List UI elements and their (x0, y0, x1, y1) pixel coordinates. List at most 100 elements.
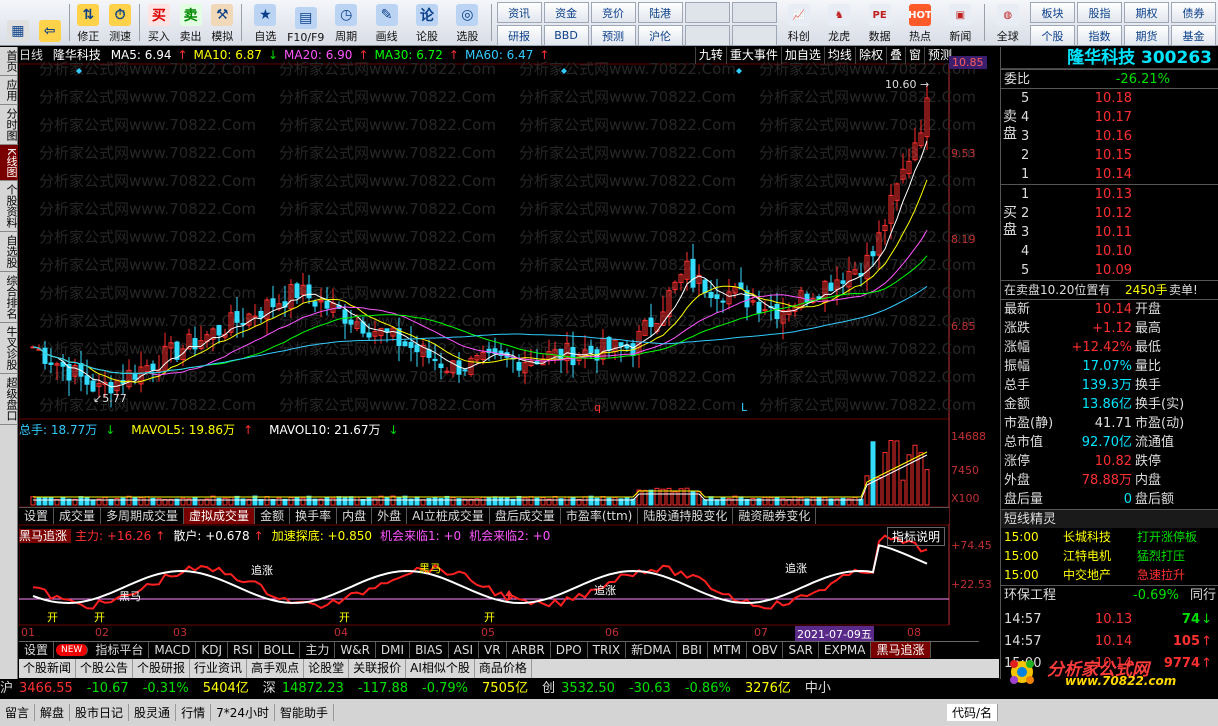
buy-row[interactable]: 5 10.09 (1001, 261, 1218, 280)
news-tab[interactable]: 行业资讯 (190, 659, 248, 678)
bottom-indicator-tab[interactable]: NEW (56, 644, 89, 656)
toolbar-grid-button[interactable]: 竞价 (590, 2, 636, 23)
toolbar-grid-button[interactable]: 期权 (1123, 2, 1169, 23)
bottom-indicator-tab[interactable]: 黑马追涨 (871, 642, 931, 658)
toolbar-grid-button[interactable]: 股指 (1076, 2, 1122, 23)
news-tab[interactable]: 商品价格 (475, 659, 532, 678)
toolbar-grid-button[interactable]: 陆港 (637, 2, 683, 23)
toolbar-grid-button[interactable]: 个股 (1029, 25, 1075, 46)
clock-button[interactable]: ◷ 周期 (326, 0, 366, 46)
left-tab[interactable]: 分时图 (0, 105, 18, 145)
bottom-indicator-tab[interactable]: DMI (376, 642, 411, 658)
buy-row[interactable]: 1 10.13 (1001, 185, 1218, 204)
buy-row[interactable]: 2 10.12 (1001, 204, 1218, 223)
search-chart-button[interactable]: ◎ 选股 (447, 0, 487, 46)
toolbar-grid-button[interactable]: 板块 (1029, 2, 1075, 23)
hot-button[interactable]: HOT 热点 (900, 0, 940, 46)
code-search-input[interactable]: 代码/名 (946, 704, 998, 721)
indicator-tab[interactable]: 陆股通持股变化 (638, 508, 734, 524)
bottom-indicator-tab[interactable]: ARBR (507, 642, 551, 658)
discuss-button[interactable]: 论论股 (407, 0, 447, 46)
chart-area[interactable]: 分析家公式网www.70822.Com 分析家公式网www.70822.Com 分析… (19, 47, 999, 645)
indicator-tab[interactable]: 外盘 (372, 508, 408, 524)
toolbar-grid-button[interactable]: 资金 (543, 2, 589, 23)
indicator-tab[interactable]: 市盈率(ttm) (561, 508, 639, 524)
news-tab[interactable]: 高手观点 (247, 659, 305, 678)
chart-menu-item[interactable]: 窗 (904, 47, 924, 64)
chart-menu-item[interactable]: 加自选 (780, 47, 824, 64)
back-arrow-button[interactable]: ⇦ (34, 0, 66, 46)
toolbar-grid-button[interactable] (684, 25, 730, 46)
indicator-tab[interactable]: 盘后成交量 (490, 508, 561, 524)
stopwatch-button[interactable]: ⏱ 测速 (104, 0, 136, 46)
status-item[interactable]: 行情 (176, 704, 212, 721)
status-item[interactable]: 留言 (0, 704, 36, 721)
f10-button[interactable]: ▤ F10/F9 (286, 0, 326, 46)
bottom-indicator-tab[interactable]: 新DMA (626, 642, 677, 658)
status-item[interactable]: 解盘 (35, 704, 71, 721)
toolbar-grid-button[interactable]: 资讯 (496, 2, 542, 23)
chart-menu-item[interactable]: 叠 (885, 47, 905, 64)
pe-button[interactable]: PE 数据 (859, 0, 899, 46)
left-tab[interactable]: 牛叉诊股 (0, 323, 18, 375)
bottom-indicator-tab[interactable]: TRIX (588, 642, 627, 658)
bottom-indicator-tab[interactable]: 指标平台 (90, 642, 150, 658)
grid-menu-button[interactable]: ▦ (2, 0, 34, 46)
sell-button[interactable]: 卖卖出 (175, 0, 207, 46)
elf-row[interactable]: 15:00 江特电机 猛烈打压 (1001, 547, 1218, 566)
star-button[interactable]: ★ 自选 (245, 0, 285, 46)
left-tab[interactable]: 个股资料 (0, 181, 18, 233)
buy-button[interactable]: 买买入 (143, 0, 175, 46)
bottom-indicator-tab[interactable]: OBV (747, 642, 784, 658)
left-tab[interactable]: K线图 (0, 145, 18, 182)
bottom-indicator-tab[interactable]: MACD (149, 642, 197, 658)
indicator-tab[interactable]: 设置 (19, 508, 55, 524)
bottom-indicator-tab[interactable]: BBI (677, 642, 708, 658)
chart-menu-item[interactable]: 重大事件 (725, 47, 781, 64)
chart-menu-item[interactable]: 除权 (854, 47, 886, 64)
status-item[interactable]: 股灵通 (129, 704, 177, 721)
sell-row[interactable]: 4 10.17 (1001, 108, 1218, 127)
pencil-button[interactable]: ✎ 画线 (366, 0, 406, 46)
elf-row[interactable]: 15:00 中交地产 急速拉升 (1001, 566, 1218, 585)
bull-button[interactable]: ♞ 龙虎 (819, 0, 859, 46)
globe-button[interactable]: ◍ 全球 (988, 0, 1028, 46)
bottom-indicator-tab[interactable]: VR (479, 642, 507, 658)
indicator-tab[interactable]: 多周期成交量 (101, 508, 185, 524)
toolbar-grid-button[interactable] (684, 2, 730, 23)
bottom-indicator-tab[interactable]: KDJ (196, 642, 228, 658)
news-button[interactable]: ▣ 新闻 (940, 0, 980, 46)
sector-tail[interactable]: 同行 (1190, 586, 1216, 605)
left-tab[interactable]: 应用 (0, 76, 18, 105)
toolbar-grid-button[interactable]: 基金 (1170, 25, 1216, 46)
news-tab[interactable]: 关联报价 (349, 659, 407, 678)
indicator-tab[interactable]: 虚拟成交量 (184, 508, 256, 524)
toolbar-grid-button[interactable]: 期货 (1123, 25, 1169, 46)
toolbar-grid-button[interactable]: 预测 (590, 25, 636, 46)
bottom-indicator-tab[interactable]: 设置 (19, 642, 55, 658)
updown-arrows-button[interactable]: ⇅ 修正 (72, 0, 104, 46)
indicator-tab[interactable]: 金额 (255, 508, 291, 524)
bottom-indicator-tab[interactable]: W&R (335, 642, 376, 658)
toolbar-grid-button[interactable]: 指数 (1076, 25, 1122, 46)
sell-row[interactable]: 1 10.14 (1001, 165, 1218, 184)
chart-button[interactable]: 📈 科创 (779, 0, 819, 46)
news-tab[interactable]: AI相似个股 (406, 659, 475, 678)
status-item[interactable]: 智能助手 (275, 704, 334, 721)
news-tab[interactable]: 个股研报 (133, 659, 191, 678)
gavel-button[interactable]: ⚒ 模拟 (206, 0, 238, 46)
sell-row[interactable]: 5 10.18 (1001, 89, 1218, 108)
left-tab[interactable]: 首页 (0, 47, 18, 76)
bottom-indicator-tab[interactable]: EXPMA (819, 642, 872, 658)
elf-title[interactable]: 短线精灵 (1001, 509, 1218, 528)
chart-menu-item[interactable]: 九转 (694, 47, 726, 64)
indicator-tab[interactable]: AI立桩成交量 (407, 508, 490, 524)
status-item[interactable]: 股市日记 (70, 704, 130, 721)
bottom-indicator-tab[interactable]: 主力 (300, 642, 336, 658)
status-item[interactable]: 7*24小时 (211, 704, 275, 721)
elf-row[interactable]: 15:00 长城科技 打开涨停板 (1001, 528, 1218, 547)
toolbar-grid-button[interactable]: 债券 (1170, 2, 1216, 23)
bottom-indicator-tab[interactable]: BIAS (410, 642, 449, 658)
sector-row[interactable]: 环保工程 -0.69% 同行 (1001, 585, 1218, 604)
news-tab[interactable]: 论股堂 (304, 659, 350, 678)
